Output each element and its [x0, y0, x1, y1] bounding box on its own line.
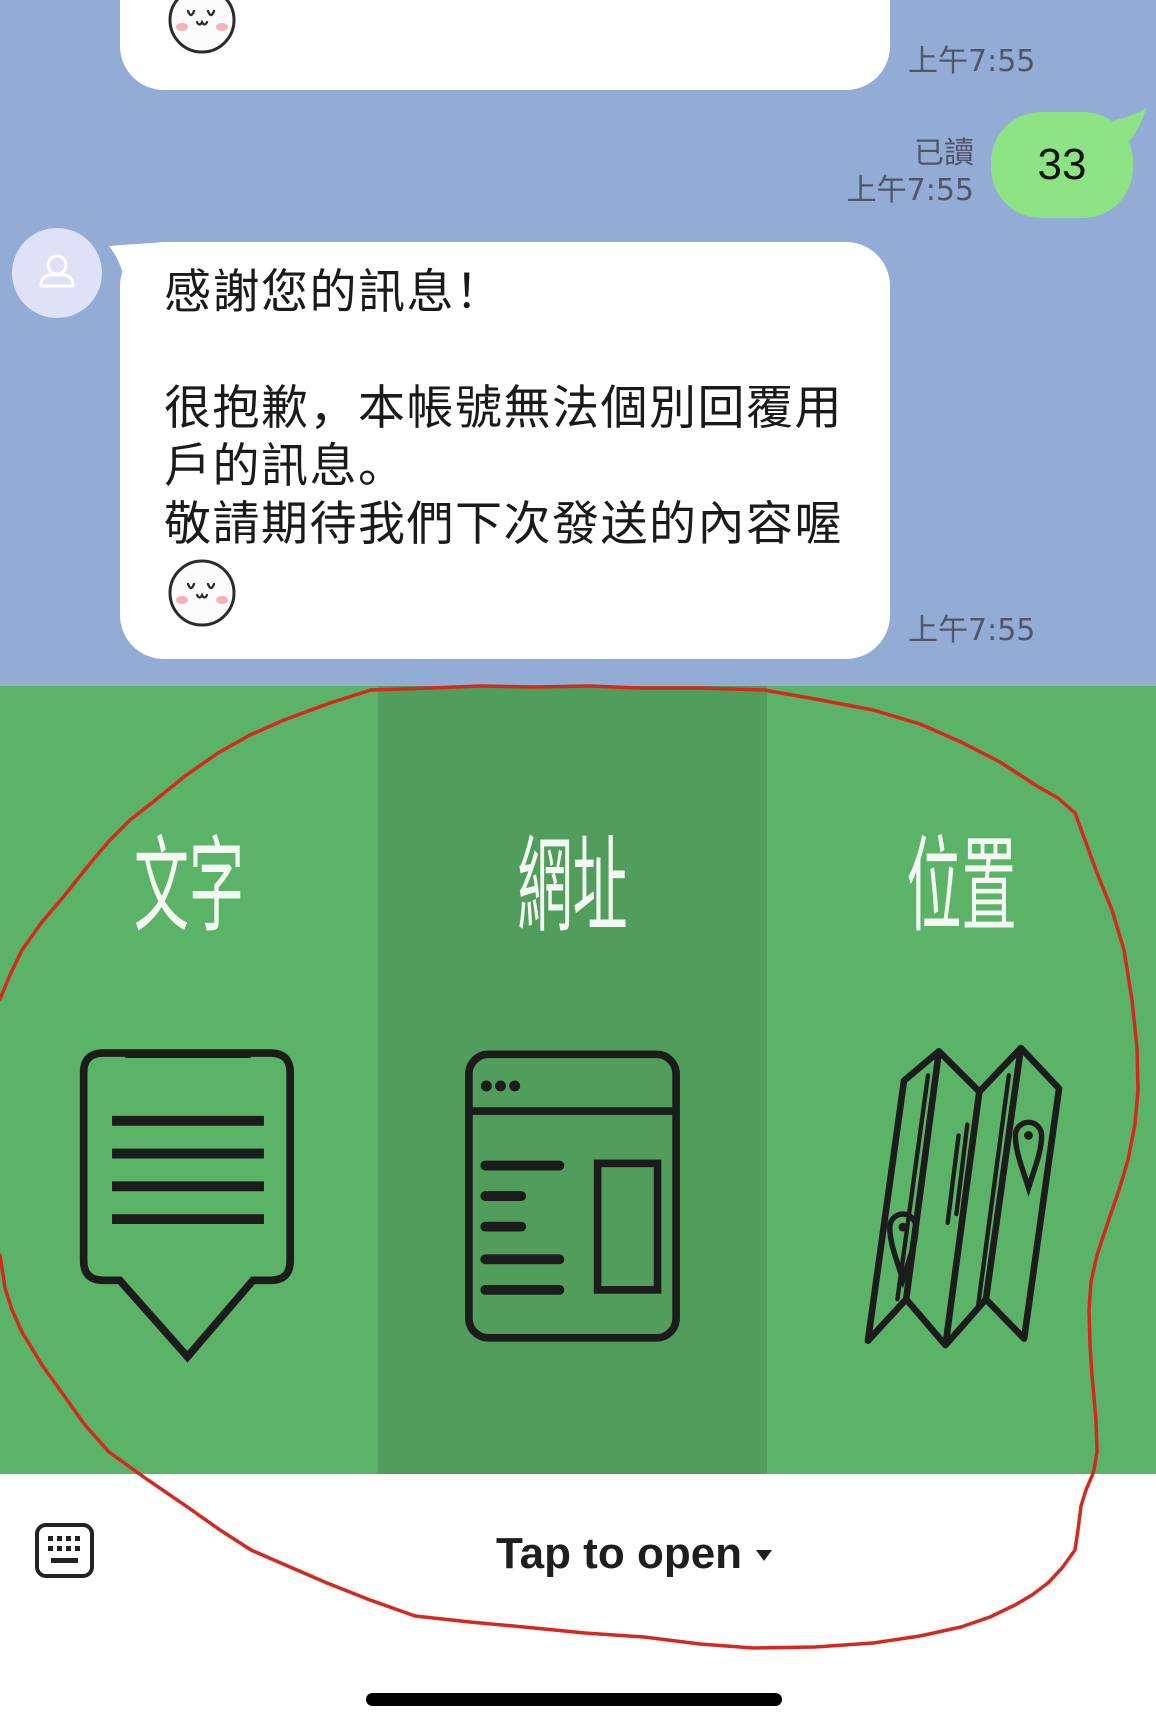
- rich-menu-toggle-label: Tap to open: [496, 1529, 743, 1578]
- rich-menu-item-url[interactable]: 網址: [378, 686, 767, 1474]
- rich-menu-label: 位置: [906, 825, 1017, 947]
- chat-input-bar: Tap to open: [0, 1474, 1156, 1712]
- folded-map-icon: [864, 1044, 1063, 1349]
- received-bubble-tail: [109, 242, 168, 288]
- rich-menu-item-text[interactable]: 文字: [0, 686, 378, 1474]
- home-indicator: [366, 1693, 782, 1706]
- bubble-tails: [109, 108, 1146, 288]
- keyboard-button[interactable]: [35, 1523, 94, 1578]
- rich-menu: 文字 網址 位置: [0, 686, 1156, 1474]
- rich-menu-toggle[interactable]: Tap to open: [496, 1528, 773, 1580]
- speech-bubble-icon: [79, 1049, 294, 1363]
- rich-menu-label: 網址: [517, 825, 628, 947]
- keyboard-icon: [35, 1523, 94, 1578]
- sent-bubble-tail: [1098, 108, 1146, 148]
- chat-area[interactable]: 上午7:55 已讀 上午7:55 33 感謝您的訊息！ 很抱歉，本帳號無法個別回…: [0, 0, 1156, 686]
- rich-menu-item-location[interactable]: 位置: [767, 686, 1156, 1474]
- rich-menu-label: 文字: [133, 825, 245, 947]
- browser-window-icon: [465, 1050, 680, 1342]
- caret-down-icon: [756, 1549, 773, 1561]
